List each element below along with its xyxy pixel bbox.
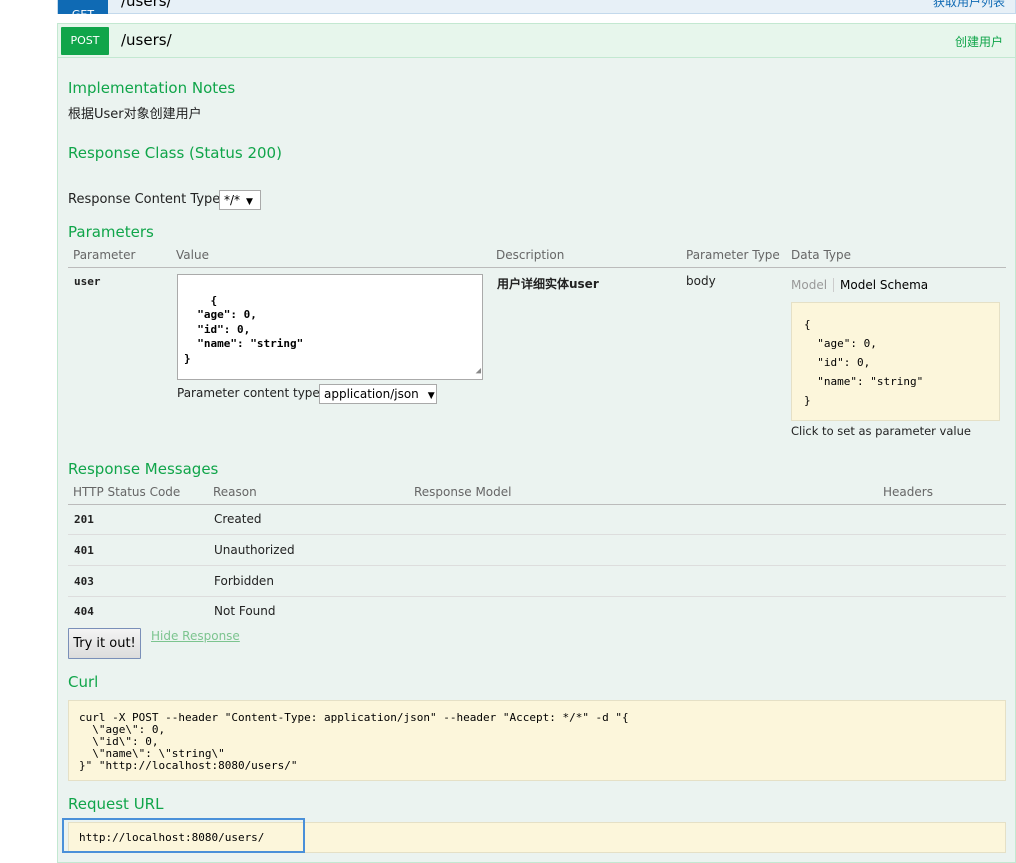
- param-name: user: [74, 275, 101, 288]
- implementation-notes-text: 根据User对象创建用户: [68, 107, 202, 122]
- param-type: body: [686, 274, 716, 288]
- param-col-data-type: Data Type: [791, 248, 852, 262]
- chevron-down-icon: ▼: [427, 391, 435, 401]
- parameters-heading: Parameters: [68, 223, 154, 241]
- response-class-heading: Response Class (Status 200): [68, 144, 282, 162]
- param-description: 用户详细实体user: [497, 277, 599, 291]
- implementation-notes-heading: Implementation Notes: [68, 79, 236, 97]
- param-content-type-select[interactable]: application/json ▼: [319, 384, 437, 404]
- get-path[interactable]: /users/: [121, 0, 172, 10]
- resp-row-reason: Unauthorized: [214, 543, 295, 557]
- response-content-type-label: Response Content Type: [68, 192, 221, 207]
- resp-row-code: 404: [74, 605, 94, 618]
- resp-row-reason: Not Found: [214, 604, 276, 618]
- post-method-badge[interactable]: POST: [61, 27, 109, 55]
- resp-row-code: 403: [74, 575, 94, 588]
- response-content-type-select[interactable]: */* ▼: [219, 190, 261, 210]
- param-header-divider: [68, 267, 1006, 268]
- hide-response-link[interactable]: Hide Response: [151, 629, 240, 643]
- click-to-set-hint: Click to set as parameter value: [791, 424, 971, 438]
- resp-col-response-model: Response Model: [414, 485, 512, 499]
- curl-code-text: curl -X POST --header "Content-Type: app…: [79, 711, 629, 772]
- resp-row-divider: [68, 534, 1006, 535]
- resp-col-reason: Reason: [213, 485, 257, 499]
- resp-row-divider: [68, 565, 1006, 566]
- param-value-text: { "age": 0, "id": 0, "name": "string" }: [184, 293, 304, 365]
- resp-col-headers: Headers: [883, 485, 933, 499]
- param-col-parameter-type: Parameter Type: [686, 248, 780, 262]
- param-content-type-value: application/json: [324, 387, 419, 401]
- tab-model-schema[interactable]: Model Schema: [833, 278, 929, 292]
- get-operation-header[interactable]: GET /users/ 获取用户列表: [57, 0, 1016, 21]
- param-col-description: Description: [496, 248, 565, 262]
- get-method-badge[interactable]: GET: [58, 0, 108, 21]
- param-col-value: Value: [176, 248, 209, 262]
- curl-heading: Curl: [68, 673, 99, 691]
- post-operation-header[interactable]: POST /users/ 创建用户: [58, 24, 1015, 58]
- model-tabs: Model Model Schema: [791, 278, 929, 292]
- param-col-parameter: Parameter: [73, 248, 136, 262]
- curl-code-box: curl -X POST --header "Content-Type: app…: [68, 700, 1006, 781]
- resp-row-code: 401: [74, 544, 94, 557]
- tab-model[interactable]: Model: [791, 278, 827, 292]
- resp-col-status-code: HTTP Status Code: [73, 485, 181, 499]
- resp-row-code: 201: [74, 513, 94, 526]
- response-messages-heading: Response Messages: [68, 460, 219, 478]
- param-value-textarea[interactable]: { "age": 0, "id": 0, "name": "string" } …: [177, 274, 483, 380]
- request-url-box: http://localhost:8080/users/: [68, 822, 1006, 853]
- chevron-down-icon: ▼: [246, 197, 253, 207]
- get-summary[interactable]: 获取用户列表: [933, 0, 1005, 10]
- resize-grip-icon[interactable]: ◢: [476, 364, 481, 379]
- request-url-text[interactable]: http://localhost:8080/users/: [79, 831, 264, 844]
- try-it-out-button[interactable]: Try it out!: [68, 628, 141, 659]
- resp-row-reason: Created: [214, 512, 262, 526]
- post-operation-panel: POST /users/ 创建用户 Implementation Notes 根…: [57, 23, 1016, 863]
- model-schema-text: { "age": 0, "id": 0, "name": "string" }: [804, 318, 924, 407]
- post-path[interactable]: /users/: [121, 31, 172, 49]
- param-content-type-label: Parameter content type:: [177, 386, 324, 400]
- resp-header-divider: [68, 504, 1006, 505]
- request-url-heading: Request URL: [68, 795, 164, 813]
- resp-row-reason: Forbidden: [214, 574, 274, 588]
- response-content-type-value: */*: [224, 193, 241, 207]
- post-summary[interactable]: 创建用户: [955, 33, 1003, 50]
- resp-row-divider: [68, 596, 1006, 597]
- model-schema-box[interactable]: { "age": 0, "id": 0, "name": "string" }: [791, 302, 1000, 421]
